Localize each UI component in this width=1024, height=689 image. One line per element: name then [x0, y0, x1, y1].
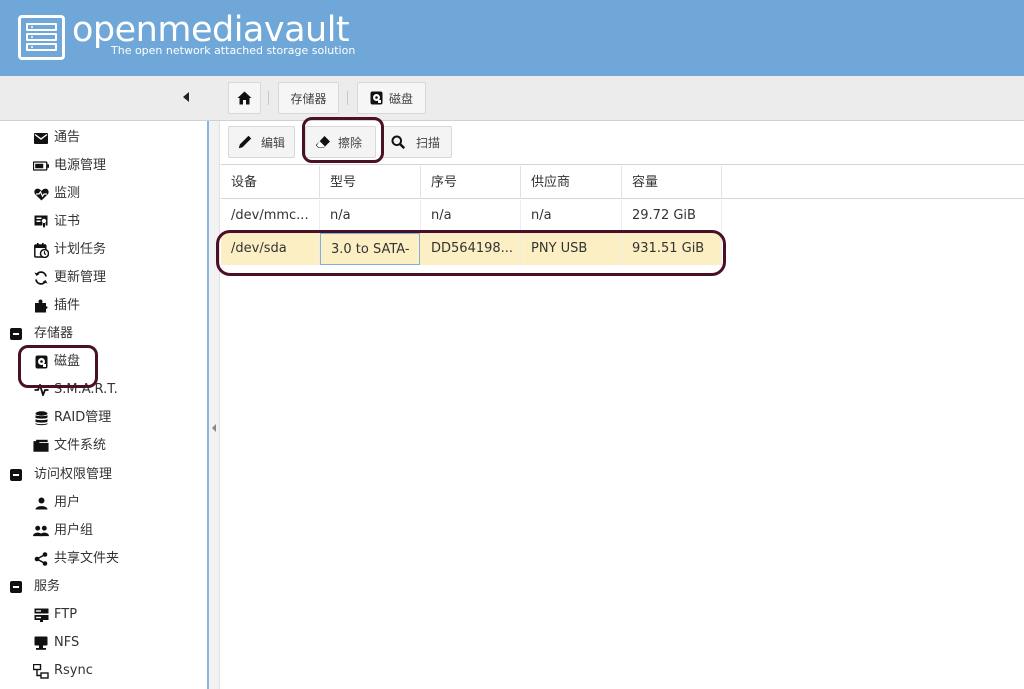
breadcrumb-storage-label: 存储器 [290, 91, 327, 106]
sidebar-item-raid[interactable]: RAID管理 [0, 407, 205, 429]
table-row[interactable]: /dev/mmc... n/a n/a n/a 29.72 GiB [221, 200, 722, 232]
annotation-disks-highlight [18, 345, 98, 388]
column-header-capacity[interactable]: 容量 [622, 166, 722, 199]
sidebar-item-shared-folders[interactable]: 共享文件夹 [0, 548, 205, 570]
sidebar-item-certificates[interactable]: 证书 [0, 211, 205, 233]
disk-icon [370, 91, 383, 105]
scan-button[interactable]: 扫描 [381, 126, 452, 158]
collapse-minus-icon [8, 467, 24, 483]
breadcrumb-storage[interactable]: 存储器 [278, 82, 339, 114]
app-header: openmediavault The open network attached… [0, 0, 1024, 76]
users-icon [33, 523, 49, 539]
server-logo-icon [18, 15, 65, 60]
sidebar-item-nfs[interactable]: NFS [0, 632, 205, 654]
cell-capacity: 29.72 GiB [622, 200, 722, 232]
column-header-model[interactable]: 型号 [320, 166, 421, 199]
sidebar-item-plugins[interactable]: 插件 [0, 295, 205, 317]
sidebar-item-power[interactable]: 电源管理 [0, 155, 205, 177]
envelope-icon [33, 130, 49, 146]
column-header-vendor[interactable]: 供应商 [521, 166, 622, 199]
edit-button[interactable]: 编辑 [228, 126, 295, 158]
column-header-device[interactable]: 设备 [221, 166, 320, 199]
server-icon [33, 607, 49, 623]
database-icon [33, 410, 49, 426]
cell-vendor: n/a [521, 200, 622, 232]
cell-serial: n/a [421, 200, 521, 232]
sidebar-splitter[interactable] [209, 121, 220, 689]
search-icon [391, 135, 405, 149]
home-icon [237, 91, 252, 105]
sidebar-item-filesystems[interactable]: 文件系统 [0, 435, 205, 457]
heartbeat-icon [33, 186, 49, 202]
sidebar-item-scheduled-jobs[interactable]: 计划任务 [0, 239, 205, 261]
pencil-icon [238, 135, 252, 149]
sidebar-item-monitoring[interactable]: 监测 [0, 183, 205, 205]
grid-header: 设备 型号 序号 供应商 容量 [221, 166, 1024, 199]
sidebar-group-storage[interactable]: 存储器 [0, 323, 205, 345]
user-icon [33, 495, 49, 511]
folder-icon [33, 438, 49, 454]
refresh-icon [33, 270, 49, 286]
collapse-arrow-icon [212, 424, 216, 432]
sidebar-item-ftp[interactable]: FTP [0, 604, 205, 626]
sidebar-item-rsync[interactable]: Rsync [0, 660, 205, 682]
sidebar-item-notifications[interactable]: 通告 [0, 127, 205, 149]
annotation-wipe-highlight [302, 117, 384, 163]
sidebar-item-updates[interactable]: 更新管理 [0, 267, 205, 289]
certificate-icon [33, 214, 49, 230]
app-subtitle: The open network attached storage soluti… [111, 44, 356, 57]
annotation-row-highlight [216, 230, 726, 276]
sidebar-group-services[interactable]: 服务 [0, 576, 205, 598]
cell-model: n/a [320, 200, 421, 232]
cell-device: /dev/mmc... [221, 200, 320, 232]
breadcrumb: 存储器 磁盘 [0, 76, 1024, 121]
collapse-minus-icon [8, 579, 24, 595]
breadcrumb-disks[interactable]: 磁盘 [357, 82, 426, 114]
breadcrumb-disks-label: 磁盘 [388, 91, 413, 106]
sidebar: 通告 电源管理 监测 证书 计划任务 更新管理 插件 存储器 磁盘 S.M.A.… [0, 121, 209, 689]
calendar-clock-icon [33, 242, 49, 258]
sidebar-group-access-rights[interactable]: 访问权限管理 [0, 464, 205, 486]
share-icon [33, 551, 49, 567]
sidebar-item-groups[interactable]: 用户组 [0, 520, 205, 542]
collapse-minus-icon [8, 326, 24, 342]
column-header-serial[interactable]: 序号 [421, 166, 521, 199]
desktop-icon [33, 635, 49, 651]
breadcrumb-home-button[interactable] [228, 82, 261, 114]
sitemap-icon [33, 663, 49, 679]
puzzle-icon [33, 298, 49, 314]
collapse-sidebar-icon[interactable] [183, 92, 189, 102]
sidebar-item-users[interactable]: 用户 [0, 492, 205, 514]
battery-icon [33, 158, 49, 174]
